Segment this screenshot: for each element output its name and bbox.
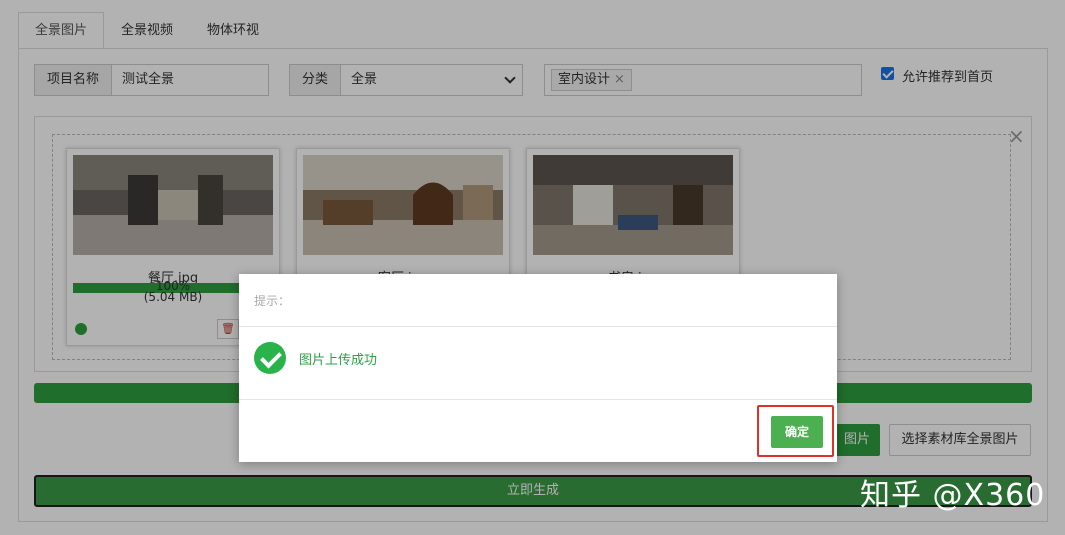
divider	[239, 399, 837, 400]
check-circle-icon	[254, 342, 286, 374]
watermark: 知乎 @X360	[860, 478, 1046, 513]
confirm-button[interactable]: 确定	[771, 416, 823, 448]
highlight-box: 确定	[757, 405, 834, 457]
dialog-title: 提示：	[254, 294, 291, 308]
alert-dialog: 提示： 图片上传成功 确定	[239, 274, 837, 462]
divider	[239, 326, 837, 327]
dialog-message: 图片上传成功	[299, 353, 378, 368]
